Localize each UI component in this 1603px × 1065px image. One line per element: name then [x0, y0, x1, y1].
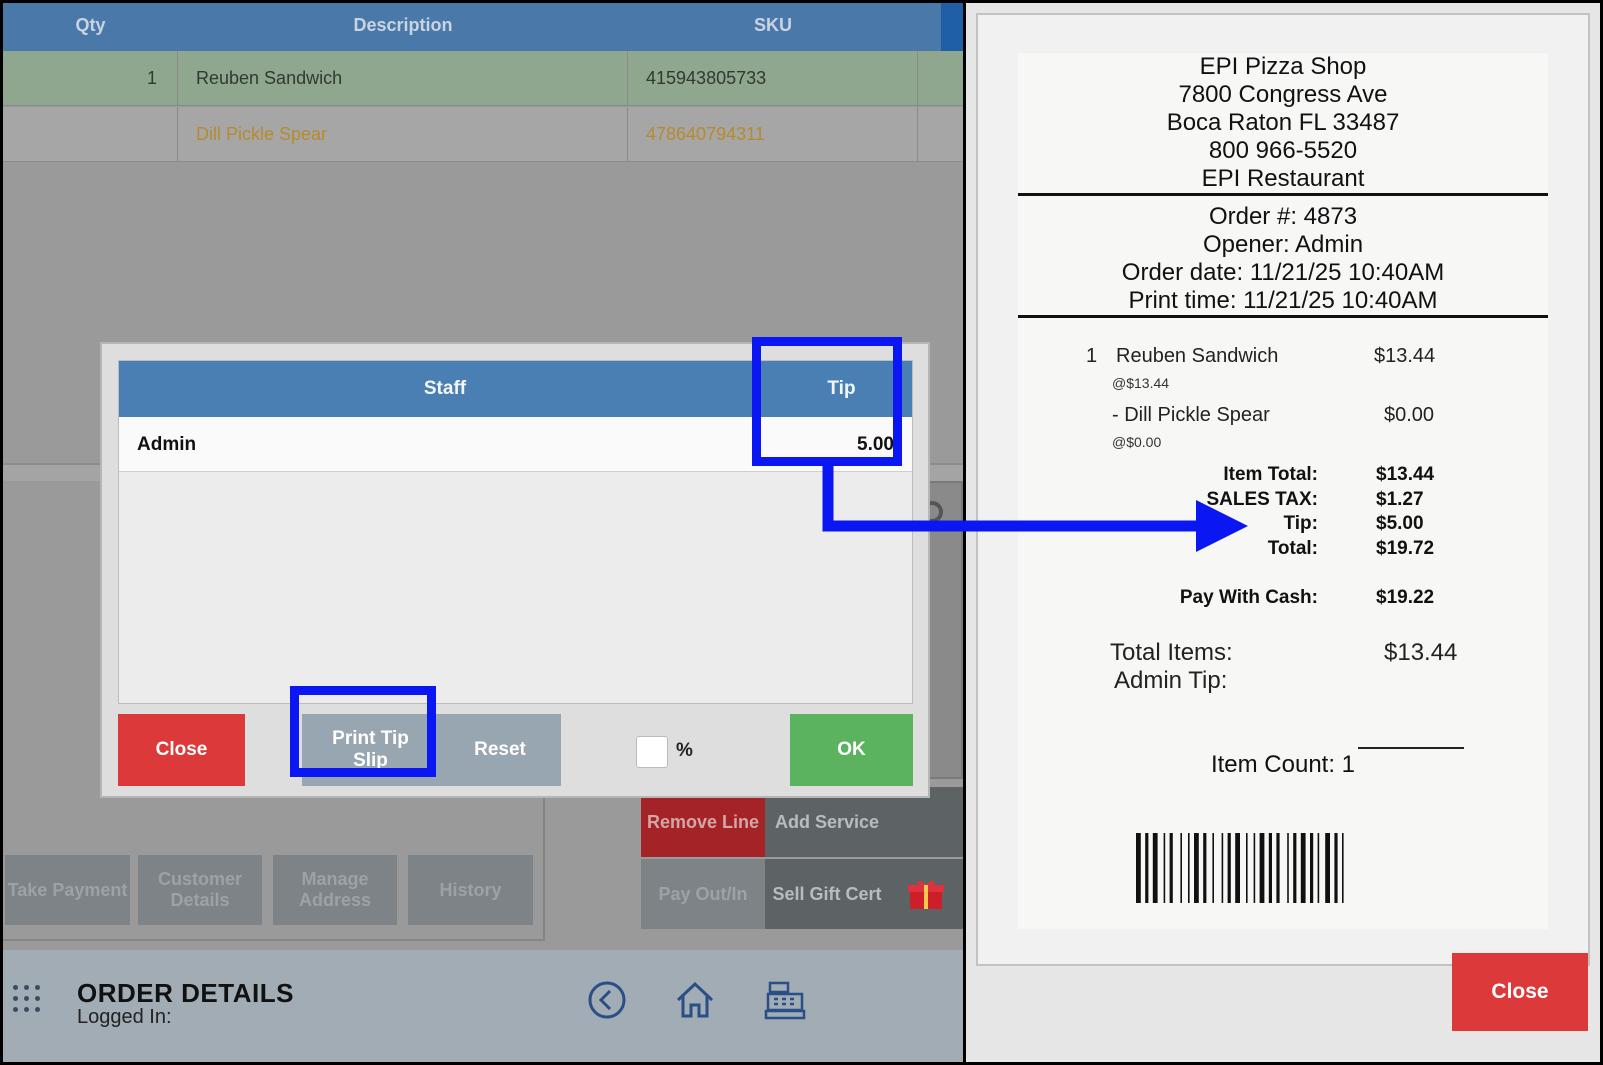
dialog-close-button[interactable]: Close [118, 714, 245, 786]
receipt-store-name: EPI Pizza Shop [1199, 53, 1367, 80]
receipt-preview-pane: EPI Pizza Shop 7800 Congress Ave Boca Ra… [966, 3, 1600, 1062]
tip-column-highlight [752, 337, 902, 466]
ok-button[interactable]: OK [790, 714, 913, 786]
order-line-sku: 415943805733 [628, 51, 918, 106]
receipt-item-name: Reuben Sandwich [1116, 345, 1279, 367]
receipt-total-items-label: Total Items: [1110, 639, 1233, 666]
tip-signature-line [1358, 747, 1464, 749]
receipt-order-number: Order #: 4873 [1208, 203, 1358, 230]
column-header-sku: SKU [753, 15, 792, 35]
sell-gift-cert-button[interactable]: Sell Gift Cert [765, 859, 889, 929]
order-line-sku: 478640794311 [628, 107, 918, 162]
receipt-divider [1018, 315, 1548, 318]
take-payment-button[interactable]: Take Payment [5, 855, 130, 925]
page-title: ORDER DETAILS [77, 978, 294, 1008]
home-icon[interactable] [673, 978, 717, 1022]
order-line-qty [3, 107, 178, 162]
order-line-row[interactable]: Dill Pickle Spear 478640794311 [3, 107, 963, 162]
customer-details-button[interactable]: Customer Details [138, 855, 262, 925]
percent-checkbox[interactable] [636, 736, 668, 768]
header-accent [941, 3, 963, 51]
pay-out-in-button[interactable]: Pay Out/In [641, 859, 765, 929]
receipt-tip-label: Tip: [1283, 513, 1318, 534]
column-header-qty: Qty [75, 15, 106, 35]
percent-label: % [676, 740, 693, 761]
order-line-description: Reuben Sandwich [178, 51, 628, 106]
column-header-description: Description [353, 15, 453, 35]
order-line-description: Dill Pickle Spear [178, 107, 628, 162]
receipt-city: Boca Raton FL 33487 [1166, 109, 1400, 136]
order-line-qty: 1 [3, 51, 178, 106]
receipt-admin-tip-label: Admin Tip: [1114, 667, 1228, 694]
manage-address-button[interactable]: Manage Address [273, 855, 397, 925]
barcode-image [1136, 833, 1344, 903]
reset-button[interactable]: Reset [439, 714, 561, 786]
receipt-item-total-value: $13.44 [1376, 464, 1435, 485]
gift-icon [908, 880, 944, 909]
logged-in-label: Logged In: [77, 1006, 172, 1028]
receipt-restaurant: EPI Restaurant [1201, 165, 1365, 192]
receipt-total-label: Total: [1267, 538, 1318, 559]
receipt-sales-tax-label: SALES TAX: [1206, 489, 1318, 510]
column-header-staff: Staff [423, 378, 467, 399]
staff-name: Admin [137, 434, 197, 455]
receipt-payment-value: $19.22 [1376, 587, 1435, 608]
order-line-row[interactable]: 1 Reuben Sandwich 415943805733 [3, 51, 963, 106]
receipt-close-button[interactable]: Close [1452, 953, 1588, 1031]
receipt-payment-label: Pay With Cash: [1179, 587, 1318, 608]
back-icon[interactable] [585, 978, 629, 1022]
receipt-item-price: $0.00 [1384, 404, 1435, 426]
receipt-item-name: - Dill Pickle Spear [1112, 404, 1270, 426]
receipt-opener: Opener: Admin [1202, 231, 1364, 258]
receipt-tip-value: $5.00 [1376, 513, 1424, 534]
receipt-frame: EPI Pizza Shop 7800 Congress Ave Boca Ra… [976, 13, 1590, 966]
receipt-item-price: $13.44 [1374, 345, 1436, 367]
receipt-address: 7800 Congress Ave [1178, 81, 1388, 108]
receipt-phone: 800 966-5520 [1208, 137, 1358, 164]
print-tip-slip-highlight [290, 686, 436, 777]
receipt-order-date: Order date: 11/21/25 10:40AM [1121, 259, 1445, 286]
receipt-print-time: Print time: 11/21/25 10:40AM [1128, 287, 1438, 314]
receipt-item-count: Item Count: 1 [1210, 751, 1356, 778]
order-grid-header: Qty Description SKU [3, 3, 963, 51]
receipt-item-unit-price: @$0.00 [1112, 434, 1162, 450]
bottom-bar: ORDER DETAILS Logged In: [3, 950, 963, 1062]
receipt-total-value: $19.72 [1376, 538, 1435, 559]
receipt-item-qty: 1 [1086, 345, 1098, 367]
app-menu-icon[interactable] [13, 985, 43, 1015]
receipt: EPI Pizza Shop 7800 Congress Ave Boca Ra… [1018, 53, 1548, 929]
receipt-sales-tax-value: $1.27 [1376, 489, 1424, 510]
receipt-divider [1018, 193, 1548, 196]
history-button[interactable]: History [408, 855, 533, 925]
receipt-item-total-label: Item Total: [1223, 464, 1318, 485]
receipt-item-unit-price: @$13.44 [1112, 375, 1170, 391]
cash-register-icon[interactable] [763, 978, 807, 1022]
receipt-total-items-value: $13.44 [1384, 639, 1458, 666]
gift-button[interactable] [889, 859, 963, 929]
